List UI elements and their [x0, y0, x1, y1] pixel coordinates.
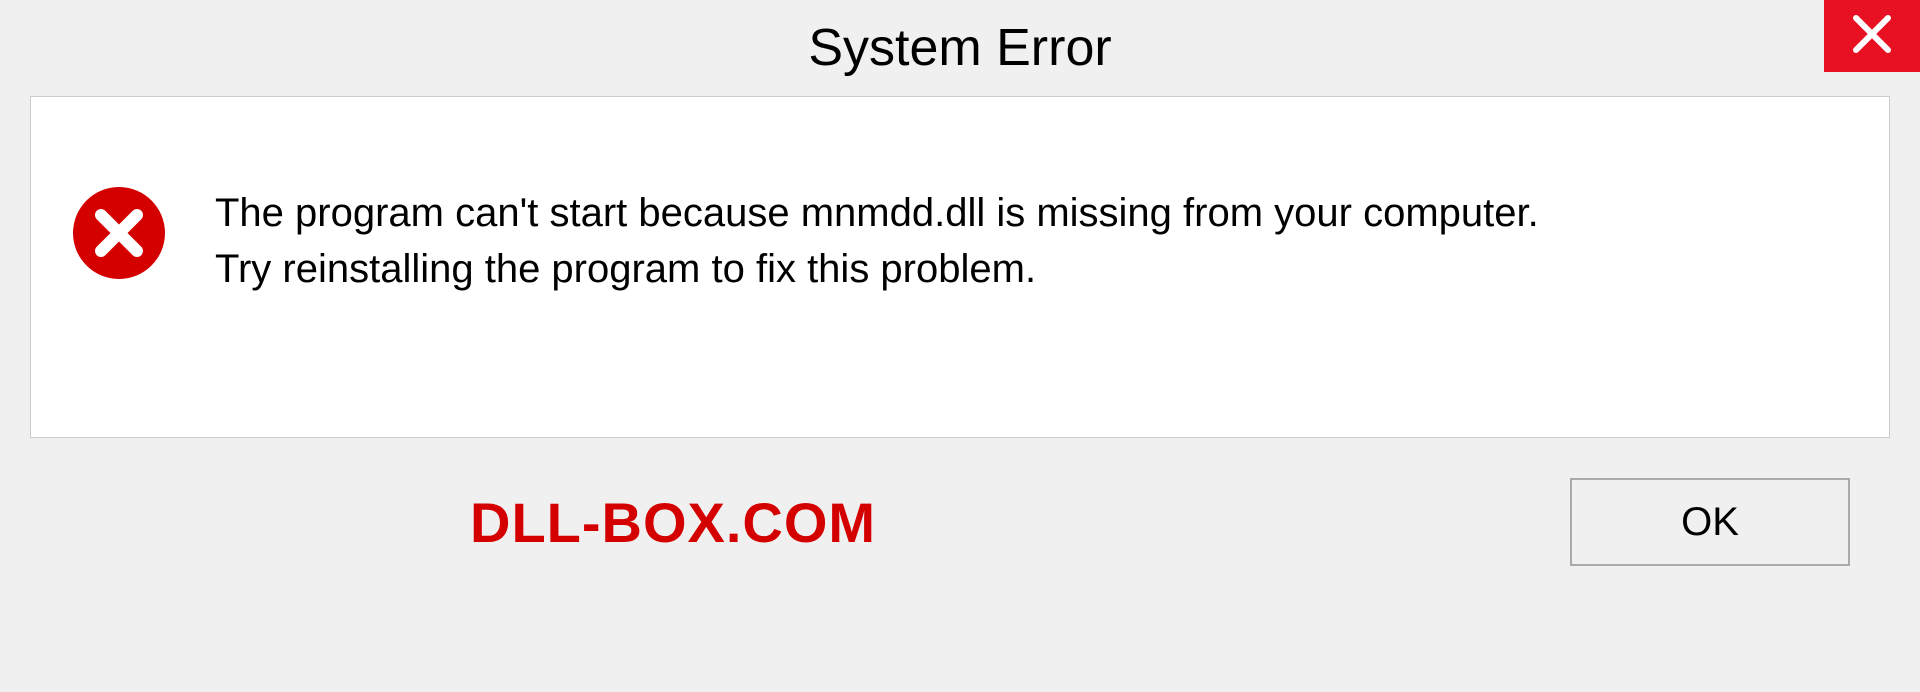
footer-area: DLL-BOX.COM OK: [30, 438, 1890, 566]
error-message-line-1: The program can't start because mnmdd.dl…: [215, 185, 1539, 241]
brand-watermark: DLL-BOX.COM: [470, 490, 876, 555]
titlebar: System Error: [0, 0, 1920, 96]
ok-button-label: OK: [1681, 500, 1739, 545]
system-error-dialog: System Error The program can't start bec…: [0, 0, 1920, 692]
close-icon: [1848, 10, 1896, 63]
dialog-title: System Error: [808, 18, 1111, 78]
error-message-line-2: Try reinstalling the program to fix this…: [215, 241, 1539, 297]
close-button[interactable]: [1824, 0, 1920, 72]
error-message: The program can't start because mnmdd.dl…: [215, 185, 1539, 297]
ok-button[interactable]: OK: [1570, 478, 1850, 566]
content-panel: The program can't start because mnmdd.dl…: [30, 96, 1890, 438]
error-icon: [71, 185, 167, 281]
